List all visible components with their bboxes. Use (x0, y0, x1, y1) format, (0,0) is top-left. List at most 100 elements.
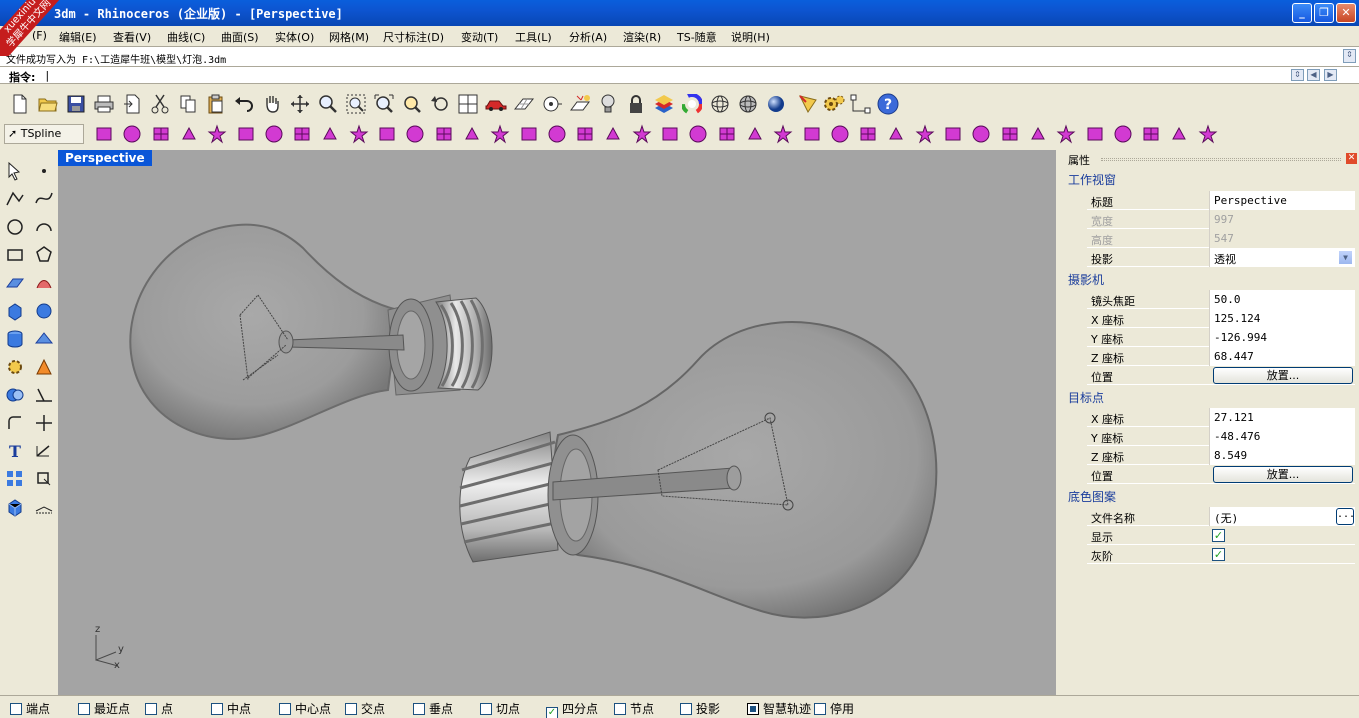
menu-mesh[interactable]: 网格(M) (329, 29, 369, 45)
target-z-field[interactable]: 8.549 (1209, 446, 1355, 465)
close-button[interactable]: ✕ (1336, 3, 1356, 23)
menu-tools[interactable]: 工具(L) (515, 29, 552, 45)
osnap-item[interactable]: 投影 (680, 700, 720, 716)
osnap-checkbox[interactable] (211, 703, 223, 715)
perspective-viewport[interactable]: Perspective z y x (58, 150, 1056, 695)
menu-dimension[interactable]: 尺寸标注(D) (383, 29, 444, 45)
tspline-thicken-icon[interactable] (488, 122, 512, 146)
extrude-tool-icon[interactable] (32, 355, 56, 379)
tspline-manipulate-icon[interactable] (1054, 122, 1078, 146)
polygon-tool-icon[interactable] (32, 243, 56, 267)
menu-help[interactable]: 说明(H) (731, 29, 770, 45)
command-history-icon[interactable]: ⇕ (1291, 69, 1304, 81)
loft-tool-icon[interactable] (32, 271, 56, 295)
lens-field[interactable]: 50.0 (1209, 290, 1355, 309)
osnap-item[interactable]: 节点 (614, 700, 654, 716)
wireframe-sphere-icon[interactable] (708, 92, 732, 116)
grayscale-checkbox[interactable]: ✓ (1212, 548, 1225, 561)
tspline-bevel-icon[interactable] (800, 122, 824, 146)
tspline-rotate-icon[interactable] (771, 122, 795, 146)
projection-select[interactable]: 透视 ▼ (1209, 248, 1355, 267)
show-checkbox[interactable]: ✓ (1212, 529, 1225, 542)
lock-icon[interactable] (624, 92, 648, 116)
shaded-sphere-icon[interactable] (736, 92, 760, 116)
osnap-item[interactable]: 交点 (345, 700, 385, 716)
tab-tspline[interactable]: ➚ TSpline (4, 124, 84, 144)
tspline-smooth-icon[interactable] (969, 122, 993, 146)
zoom-extents-icon[interactable] (372, 92, 396, 116)
menu-analyze[interactable]: 分析(A) (569, 29, 607, 45)
tspline-sphere-icon[interactable] (120, 122, 144, 146)
rendered-sphere-icon[interactable] (764, 92, 788, 116)
minimize-button[interactable]: _ (1292, 3, 1312, 23)
osnap-item[interactable]: 切点 (480, 700, 520, 716)
array-tool-icon[interactable] (3, 467, 27, 491)
dimension-tool-icon[interactable] (849, 92, 873, 116)
osnap-checkbox[interactable] (10, 703, 22, 715)
history-scroll-icon[interactable]: ⇕ (1343, 49, 1356, 63)
tspline-edge-extrude-icon[interactable] (828, 122, 852, 146)
camera-y-field[interactable]: -126.994 (1209, 328, 1355, 347)
arc-tool-icon[interactable] (32, 215, 56, 239)
osnap-item[interactable]: 端点 (10, 700, 50, 716)
tspline-bridge-icon[interactable] (432, 122, 456, 146)
osnap-checkbox[interactable] (279, 703, 291, 715)
zoom-selected-icon[interactable] (400, 92, 424, 116)
grid-plane-icon[interactable] (512, 92, 536, 116)
options-gear-icon[interactable] (822, 92, 846, 116)
shaded-box-tool-icon[interactable] (3, 495, 27, 519)
copy-icon[interactable] (176, 92, 200, 116)
tspline-extrude-icon[interactable] (403, 122, 427, 146)
point-tool-icon[interactable] (32, 159, 56, 183)
tspline-tool-d-icon[interactable] (1196, 122, 1220, 146)
tspline-weld-icon[interactable] (460, 122, 484, 146)
boolean-tool-icon[interactable] (3, 383, 27, 407)
menu-surface[interactable]: 曲面(S) (221, 29, 259, 45)
gear-solid-tool-icon[interactable] (3, 355, 27, 379)
menu-solid[interactable]: 实体(O) (275, 29, 314, 45)
osnap-checkbox[interactable] (814, 703, 826, 715)
four-viewports-icon[interactable] (456, 92, 480, 116)
surface-from-curves-tool-icon[interactable] (32, 327, 56, 351)
osnap-checkbox[interactable] (680, 703, 692, 715)
target-place-button[interactable]: 放置... (1213, 466, 1353, 483)
filename-field[interactable]: (无)... (1209, 507, 1355, 526)
help-icon[interactable]: ? (876, 92, 900, 116)
tspline-insert-point-icon[interactable] (601, 122, 625, 146)
tspline-subdivide-icon[interactable] (658, 122, 682, 146)
tspline-align-icon[interactable] (1083, 122, 1107, 146)
undo-icon[interactable] (232, 92, 256, 116)
tspline-symmetry-icon[interactable] (913, 122, 937, 146)
osnap-checkbox[interactable]: ✓ (546, 707, 558, 718)
osnap-icon[interactable] (540, 92, 564, 116)
menu-ts-random[interactable]: TS-随意 (677, 29, 717, 45)
tspline-crease-icon[interactable] (347, 122, 371, 146)
rotate-view-icon[interactable] (288, 92, 312, 116)
tspline-append-icon[interactable] (715, 122, 739, 146)
tspline-tool-a-icon[interactable] (1111, 122, 1135, 146)
surface-tool-icon[interactable] (3, 271, 27, 295)
osnap-checkbox[interactable] (480, 703, 492, 715)
pan-hand-icon[interactable] (260, 92, 284, 116)
osnap-item[interactable]: 智慧轨迹 (747, 700, 811, 716)
tspline-grid-icon[interactable] (545, 122, 569, 146)
cylinder-tool-icon[interactable] (3, 327, 27, 351)
tspline-star-icon[interactable] (205, 122, 229, 146)
browse-button[interactable]: ... (1336, 508, 1355, 525)
cut-icon[interactable] (148, 92, 172, 116)
tspline-face-icon[interactable] (318, 122, 342, 146)
tspline-snap-icon[interactable] (941, 122, 965, 146)
trim-tool-icon[interactable] (32, 383, 56, 407)
camera-place-button[interactable]: 放置... (1213, 367, 1353, 384)
osnap-checkbox[interactable] (614, 703, 626, 715)
tspline-split-icon[interactable] (686, 122, 710, 146)
osnap-checkbox[interactable] (145, 703, 157, 715)
command-prev-icon[interactable]: ◀ (1307, 69, 1320, 81)
zoom-window-icon[interactable] (344, 92, 368, 116)
tspline-delete-icon[interactable] (630, 122, 654, 146)
tspline-fill-icon[interactable] (517, 122, 541, 146)
transform-tool-icon[interactable] (32, 467, 56, 491)
tspline-mirror-icon[interactable] (884, 122, 908, 146)
osnap-item[interactable]: 中点 (211, 700, 251, 716)
tspline-tool-b-icon[interactable] (1139, 122, 1163, 146)
